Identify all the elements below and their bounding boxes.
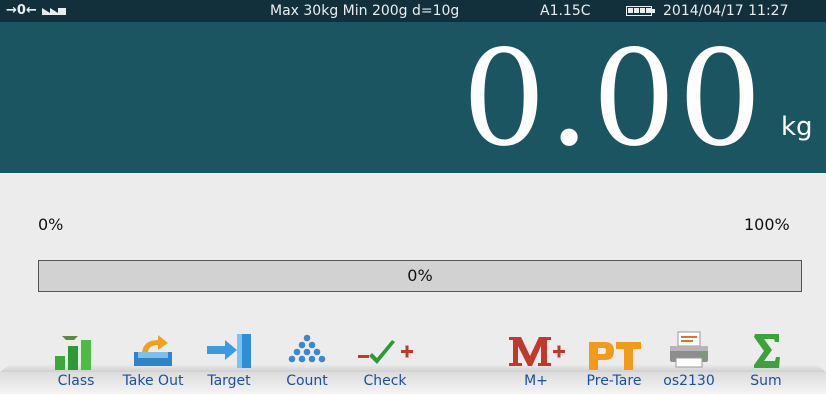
progress-min-label: 0%	[38, 215, 64, 234]
pre-tare-pt-icon	[589, 342, 641, 370]
check-mark-icon	[358, 340, 413, 364]
take-out-tray-icon	[134, 335, 172, 366]
class-key[interactable]: Class	[38, 330, 114, 392]
pre-tare-key[interactable]: Pre-Tare	[576, 330, 652, 392]
weight-display: 0.00	[0, 22, 826, 176]
battery-icon	[626, 6, 655, 16]
m-plus-key[interactable]: M+	[504, 330, 568, 392]
take-out-key[interactable]: Take Out	[114, 330, 192, 392]
firmware-version: A1.15C	[540, 3, 591, 19]
take-out-key-label: Take Out	[122, 373, 184, 389]
os2130-key-label: os2130	[663, 373, 715, 389]
os2130-key[interactable]: os2130	[656, 330, 722, 392]
weight-value: 0.00	[462, 22, 764, 176]
target-key-label: Target	[207, 373, 251, 389]
capacity-spec: Max 30kg Min 200g d=10g	[270, 3, 460, 19]
status-bar: →0← Max 30kg Min 200g d=10g A1.15C 2014/…	[0, 0, 826, 22]
class-key-label: Class	[57, 373, 95, 389]
weight-unit: kg	[781, 112, 813, 142]
check-key-label: Check	[363, 373, 407, 389]
count-key[interactable]: Count	[278, 330, 336, 392]
memory-plus-icon	[509, 337, 565, 366]
progress-value-text: 0%	[407, 266, 433, 285]
class-bars-icon	[55, 336, 91, 370]
m-plus-key-label: M+	[524, 373, 548, 389]
progress-bar: 0%	[38, 260, 802, 292]
sigma-sum-icon	[754, 334, 780, 368]
sum-key[interactable]: Sum	[736, 330, 796, 392]
count-dots-icon	[288, 334, 326, 363]
progress-max-label: 100%	[744, 215, 790, 234]
zero-indicator-text: →0←	[6, 3, 37, 18]
target-arrow-icon	[207, 334, 251, 368]
target-key[interactable]: Target	[198, 330, 260, 392]
pre-tare-key-label: Pre-Tare	[586, 373, 642, 389]
printer-icon	[670, 331, 708, 368]
stable-indicator-icon	[42, 7, 67, 15]
check-key[interactable]: Check	[354, 330, 416, 392]
count-key-label: Count	[286, 373, 328, 389]
date-time: 2014/04/17 11:27	[663, 3, 789, 19]
zero-indicator: →0←	[6, 3, 67, 18]
sum-key-label: Sum	[750, 373, 782, 389]
